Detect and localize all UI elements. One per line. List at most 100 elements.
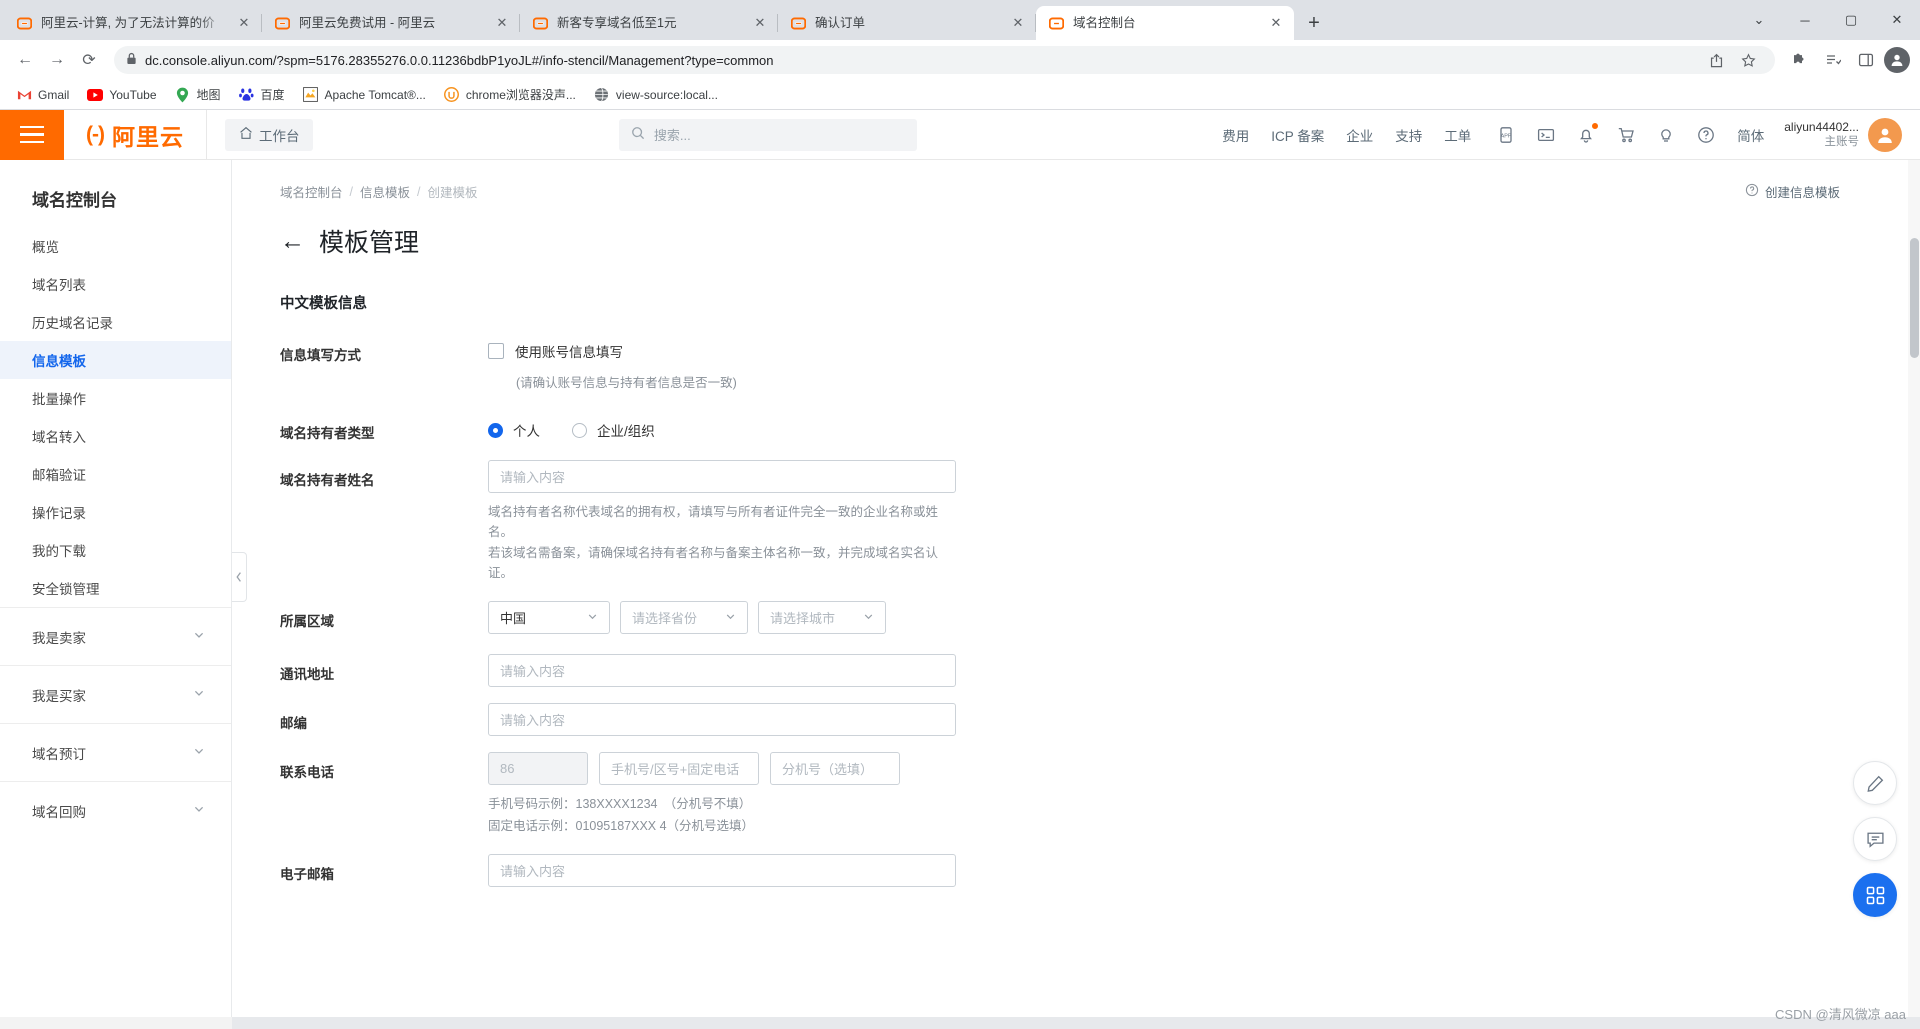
puzzle-icon[interactable]	[1785, 45, 1815, 75]
bookmark-gmail[interactable]: Gmail	[8, 84, 77, 106]
user-account[interactable]: aliyun44402... 主账号	[1784, 117, 1902, 152]
breadcrumb-item-template[interactable]: 信息模板	[360, 182, 410, 201]
gmail-icon	[16, 87, 32, 103]
terminal-icon[interactable]	[1535, 124, 1557, 146]
phone-country-code-input[interactable]: 86	[488, 752, 588, 785]
bookmark-label: Apache Tomcat®...	[324, 87, 426, 102]
phone-extension-input[interactable]: 分机号（选填）	[770, 752, 900, 785]
holder-type-radio-group: 个人 企业/组织	[488, 413, 1920, 440]
sidebar-item-security-lock[interactable]: 安全锁管理	[0, 569, 231, 607]
nav-item-support[interactable]: 支持	[1395, 125, 1422, 145]
email-input[interactable]: 请输入内容	[488, 853, 956, 887]
hamburger-icon[interactable]	[0, 110, 64, 160]
sidebar-collapse-handle[interactable]	[232, 552, 247, 602]
sidebar-group-buyback[interactable]: 域名回购	[0, 781, 231, 839]
profile-avatar-icon[interactable]	[1884, 47, 1910, 73]
sidebar-group-reservation[interactable]: 域名预订	[0, 723, 231, 781]
minimize-button[interactable]: ─	[1782, 0, 1828, 40]
radio-organization[interactable]	[572, 422, 587, 438]
breadcrumb: 域名控制台 / 信息模板 / 创建模板	[258, 160, 1920, 201]
radio-individual[interactable]	[488, 422, 503, 438]
phone-help-2: 固定电话示例：01095187XXX 4（分机号选填）	[488, 818, 755, 833]
sidebar-group-buyer[interactable]: 我是买家	[0, 665, 231, 723]
bell-icon[interactable]	[1575, 122, 1599, 146]
pencil-icon[interactable]	[1853, 761, 1897, 805]
page-scroll-thumb[interactable]	[1910, 238, 1919, 358]
maximize-button[interactable]: ▢	[1828, 0, 1874, 40]
user-avatar-icon[interactable]	[1867, 117, 1902, 152]
aliyun-logo[interactable]: (-) 阿里云	[64, 110, 207, 160]
sidebar-item-batch[interactable]: 批量操作	[0, 379, 231, 417]
nav-item-tickets[interactable]: 工单	[1444, 125, 1471, 145]
bulb-icon[interactable]	[1655, 124, 1677, 146]
reading-list-icon[interactable]	[1818, 45, 1848, 75]
bookmark-tomcat[interactable]: Apache Tomcat®...	[295, 84, 434, 106]
tab-title: 新客专享域名低至1元	[557, 16, 677, 30]
nav-item-fees[interactable]: 费用	[1222, 125, 1249, 145]
nav-item-enterprise[interactable]: 企业	[1346, 125, 1373, 145]
address-input[interactable]: 请输入内容	[488, 654, 956, 687]
workbench-button[interactable]: 工作台	[224, 118, 314, 151]
tab-search-icon[interactable]: ⌄	[1736, 0, 1782, 40]
browser-tab[interactable]: 新客专享域名低至1元 ✕	[520, 6, 778, 40]
chevron-down-icon	[863, 611, 874, 625]
sidebar-item-transfer-in[interactable]: 域名转入	[0, 417, 231, 455]
watermark-text: CSDN @清风微凉 aaa	[1775, 1007, 1906, 1022]
question-icon[interactable]	[1695, 124, 1717, 146]
bookmark-chrome-audio[interactable]: chrome浏览器没声...	[436, 83, 584, 106]
back-icon[interactable]: ←	[10, 45, 40, 75]
bookmark-youtube[interactable]: YouTube	[79, 84, 164, 106]
chevron-down-icon	[193, 687, 205, 702]
back-arrow-icon[interactable]: ←	[280, 227, 305, 256]
phone-number-input[interactable]: 手机号/区号+固定电话	[599, 752, 759, 785]
star-icon[interactable]	[1733, 45, 1763, 75]
zipcode-input[interactable]: 请输入内容	[488, 703, 956, 736]
close-window-button[interactable]: ✕	[1874, 0, 1920, 40]
browser-tab[interactable]: 阿里云免费试用 - 阿里云 ✕	[262, 6, 520, 40]
nav-item-icp[interactable]: ICP 备案	[1271, 125, 1324, 145]
browser-tab[interactable]: 阿里云-计算, 为了无法计算的价 ✕	[4, 6, 262, 40]
address-bar[interactable]: dc.console.aliyun.com/?spm=5176.28355276…	[114, 46, 1775, 74]
sidebar-item-domain-list[interactable]: 域名列表	[0, 265, 231, 303]
sidebar-item-label: 域名列表	[32, 278, 86, 293]
country-select[interactable]: 中国	[488, 601, 610, 634]
checkbox-box[interactable]	[488, 343, 504, 359]
sidebar-item-downloads[interactable]: 我的下载	[0, 531, 231, 569]
chevron-down-icon	[193, 745, 205, 760]
sidebar-item-operation-log[interactable]: 操作记录	[0, 493, 231, 531]
tab-close-button[interactable]: ✕	[1266, 13, 1286, 33]
bookmark-maps[interactable]: 地图	[167, 83, 229, 106]
holder-name-input[interactable]: 请输入内容	[488, 460, 956, 493]
breadcrumb-item-console[interactable]: 域名控制台	[280, 182, 343, 201]
sidebar-item-info-template[interactable]: 信息模板	[0, 341, 231, 379]
tab-close-button[interactable]: ✕	[492, 13, 512, 33]
cart-icon[interactable]	[1615, 124, 1637, 146]
use-account-info-checkbox[interactable]: 使用账号信息填写	[488, 335, 1920, 361]
sidebar-item-email-verify[interactable]: 邮箱验证	[0, 455, 231, 493]
create-info-template-link[interactable]: 创建信息模板	[1745, 182, 1840, 201]
sidebar-group-seller[interactable]: 我是卖家	[0, 607, 231, 665]
page-scrollbar[interactable]	[1908, 160, 1920, 1029]
youtube-icon	[87, 87, 104, 103]
sidebar-item-overview[interactable]: 概览	[0, 227, 231, 265]
tab-close-button[interactable]: ✕	[1008, 13, 1028, 33]
search-input[interactable]: 搜索...	[618, 118, 917, 151]
share-icon[interactable]	[1701, 45, 1731, 75]
browser-tab[interactable]: 确认订单 ✕	[778, 6, 1036, 40]
forward-icon[interactable]: →	[42, 45, 72, 75]
language-selector[interactable]: 简体	[1737, 125, 1764, 145]
bookmark-baidu[interactable]: 百度	[231, 83, 293, 106]
side-panel-icon[interactable]	[1851, 45, 1881, 75]
browser-tab-active[interactable]: 域名控制台 ✕	[1036, 6, 1294, 40]
new-tab-button[interactable]: +	[1300, 9, 1328, 37]
reload-icon[interactable]: ⟳	[74, 45, 104, 75]
app-icon[interactable]: APP	[1495, 124, 1517, 146]
bookmark-view-source[interactable]: view-source:local...	[586, 84, 726, 106]
city-select[interactable]: 请选择城市	[758, 601, 886, 634]
sidebar-item-history[interactable]: 历史域名记录	[0, 303, 231, 341]
chat-icon[interactable]	[1853, 817, 1897, 861]
tab-close-button[interactable]: ✕	[750, 13, 770, 33]
apps-grid-icon[interactable]	[1853, 873, 1897, 917]
tab-close-button[interactable]: ✕	[234, 13, 254, 33]
province-select[interactable]: 请选择省份	[620, 601, 748, 634]
